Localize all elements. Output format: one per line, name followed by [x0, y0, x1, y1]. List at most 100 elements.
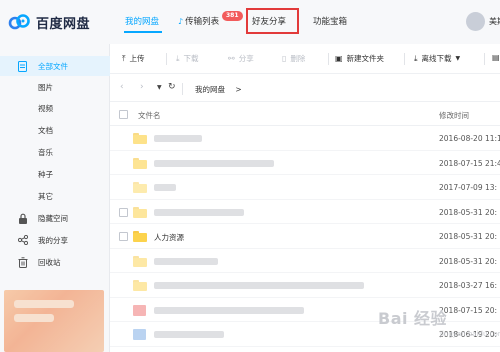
blurred-filename [154, 208, 244, 216]
more-icon: ▤ [492, 53, 500, 62]
blurred-filename [154, 282, 364, 289]
cloud-logo-icon [8, 13, 32, 31]
sidebar-item-my-share[interactable]: 我的分享 [0, 230, 110, 250]
breadcrumb-root[interactable]: 我的网盘 [195, 85, 225, 94]
tab-my-disk-label: 我的网盘 [125, 17, 160, 27]
sidebar-item-label: 隐藏空间 [38, 213, 68, 223]
folder-icon [133, 206, 147, 218]
sidebar: 全部文件 图片 视频 文档 音乐 种子 其它 隐藏空间 我的分享 回收站 [0, 44, 110, 352]
breadcrumb[interactable]: 我的网盘 > [195, 84, 242, 95]
modified-time: 2018-07-15 20: [439, 305, 498, 315]
select-all-checkbox[interactable] [119, 110, 128, 119]
sidebar-item-torrents[interactable]: 种子 [0, 164, 110, 184]
sidebar-item-label: 文档 [38, 125, 53, 135]
tab-my-disk[interactable]: 我的网盘 [125, 15, 159, 27]
more-button[interactable]: ▤ [492, 53, 500, 62]
sidebar-item-recycle-bin[interactable]: 回收站 [0, 252, 110, 272]
sidebar-item-label: 全部文件 [38, 61, 68, 71]
file-icon [17, 60, 28, 72]
sidebar-item-label: 视频 [38, 103, 53, 113]
sidebar-item-other[interactable]: 其它 [0, 186, 110, 206]
file-toolbar: ⤒ 上传 ⤓ 下载 ⚯ 分享 ▯ 删除 ▣ 新建文件夹 ⤓ 离线下载 ▼ ▤ [110, 44, 500, 74]
sidebar-item-hidden-space[interactable]: 隐藏空间 [0, 208, 110, 228]
forward-arrow-icon[interactable]: › [140, 82, 144, 92]
sidebar-item-label: 种子 [38, 169, 53, 179]
sidebar-item-documents[interactable]: 文档 [0, 120, 110, 140]
tab-toolbox[interactable]: 功能宝箱 [313, 15, 347, 27]
table-row[interactable]: 2018-03-27 16: [110, 273, 500, 298]
table-row[interactable]: 2016-08-20 11:12 [110, 126, 500, 151]
new-folder-label: 新建文件夹 [346, 54, 385, 63]
promo-blurred-text [14, 314, 54, 322]
chevron-down-icon: ▼ [455, 55, 461, 62]
tab-toolbox-label: 功能宝箱 [313, 17, 348, 27]
column-header-name[interactable]: 文件名 [138, 110, 161, 121]
modified-time: 2018-05-31 20: [439, 207, 498, 217]
promo-banner[interactable] [4, 290, 104, 352]
table-row[interactable]: 2018-05-31 20: [110, 200, 500, 224]
breadcrumb-separator: > [235, 85, 242, 94]
blurred-filename [154, 306, 304, 314]
folder-icon [133, 157, 147, 169]
toolbar-divider [166, 53, 167, 65]
toolbar-divider [404, 53, 405, 65]
sidebar-item-label: 图片 [38, 82, 53, 92]
avatar[interactable] [466, 12, 485, 31]
promo-blurred-text [14, 300, 74, 308]
file-name[interactable]: 人力资源 [154, 232, 184, 243]
delete-label: 删除 [290, 54, 306, 63]
sidebar-item-videos[interactable]: 视频 [0, 98, 110, 118]
share-icon: ⚯ [228, 54, 235, 63]
delete-button[interactable]: ▯ 删除 [282, 53, 305, 64]
offline-download-label: 离线下载 [421, 54, 452, 63]
row-checkbox[interactable] [119, 207, 128, 217]
upload-label: 上传 [129, 54, 145, 63]
share-label: 分享 [238, 54, 254, 63]
folder-icon [133, 133, 147, 144]
table-row[interactable]: 2018-05-31 20: [110, 249, 500, 273]
top-header: 百度网盘 我的网盘 ♪传输列表 381 好友分享 功能宝箱 美斯 [0, 0, 500, 44]
file-list-header: 文件名 修改时间 [110, 102, 500, 126]
toolbar-divider [484, 53, 485, 65]
download-label: 下载 [183, 54, 199, 63]
file-type-icon [133, 304, 146, 316]
download-icon: ⤓ [176, 53, 180, 63]
app-logo[interactable]: 百度网盘 [8, 11, 90, 33]
file-type-icon [133, 329, 146, 340]
user-menu[interactable]: 美斯 [466, 12, 500, 31]
folder-icon [133, 231, 147, 242]
row-checkbox[interactable] [119, 232, 128, 241]
sidebar-item-all-files[interactable]: 全部文件 [0, 56, 110, 76]
download-icon: ⤓ [414, 53, 418, 63]
share-button[interactable]: ⚯ 分享 [228, 53, 254, 64]
modified-time: 2018-05-31 20: [439, 232, 498, 241]
watermark-url: jingyan.baidu.com [440, 330, 500, 338]
upload-icon: ⤒ [122, 53, 126, 63]
chevron-down-icon[interactable]: ▼ [157, 84, 162, 91]
blurred-filename [154, 159, 274, 167]
folder-icon [133, 280, 147, 291]
sidebar-item-music[interactable]: 音乐 [0, 142, 110, 162]
back-arrow-icon[interactable]: ‹ [120, 82, 124, 92]
modified-time: 2018-07-15 21:4 [439, 158, 500, 168]
tab-transfer-list[interactable]: ♪ 传输列表 [178, 15, 219, 27]
sidebar-item-images[interactable]: 图片 [0, 77, 110, 97]
download-button[interactable]: ⤓ 下载 [176, 53, 199, 64]
refresh-icon[interactable]: ↻ [168, 82, 176, 92]
tab-transfer-label: 传输列表 [185, 17, 220, 27]
new-folder-button[interactable]: ▣ 新建文件夹 [335, 53, 384, 64]
table-row[interactable]: 2018-07-15 21:4 [110, 151, 500, 175]
sidebar-item-label: 其它 [38, 191, 53, 201]
table-row[interactable]: 2017-07-09 13: [110, 175, 500, 200]
share-icon [17, 235, 28, 246]
offline-download-button[interactable]: ⤓ 离线下载 ▼ [414, 53, 460, 64]
modified-time: 2017-07-09 13: [439, 183, 498, 192]
upload-button[interactable]: ⤒ 上传 [122, 53, 145, 64]
folder-icon [133, 182, 147, 193]
modified-time: 2016-08-20 11:12 [439, 134, 500, 143]
sidebar-item-label: 我的分享 [38, 235, 68, 245]
folder-icon [133, 255, 147, 267]
table-row[interactable]: 人力资源 2018-05-31 20: [110, 224, 500, 249]
column-header-modified[interactable]: 修改时间 [439, 110, 469, 121]
path-bar: ‹ › ▼ ↻ 我的网盘 > [110, 74, 500, 102]
